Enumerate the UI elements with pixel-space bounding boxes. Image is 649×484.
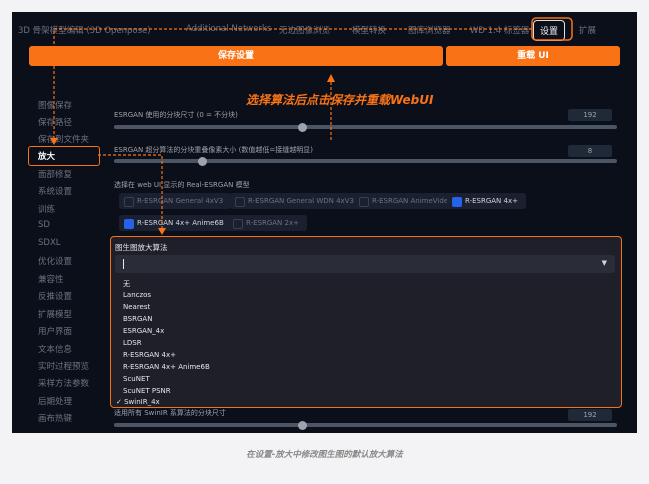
screenshot-frame: 3D 骨架模型编辑 (3D Openpose) Additional Netwo… [12, 12, 637, 433]
annotation-arrows [50, 17, 573, 235]
arrow-head-save [327, 74, 335, 82]
arrow-tab-to-sidebar [53, 28, 532, 140]
arrow-head-sidebar [50, 138, 58, 145]
figure-caption: 在设置-放大中修改图生图的默认放大算法 [246, 450, 403, 460]
settings-tab-highlight-box [531, 17, 573, 41]
arrow-sidebar-to-dropdown [98, 154, 163, 230]
arrow-head-dropdown [158, 228, 166, 235]
